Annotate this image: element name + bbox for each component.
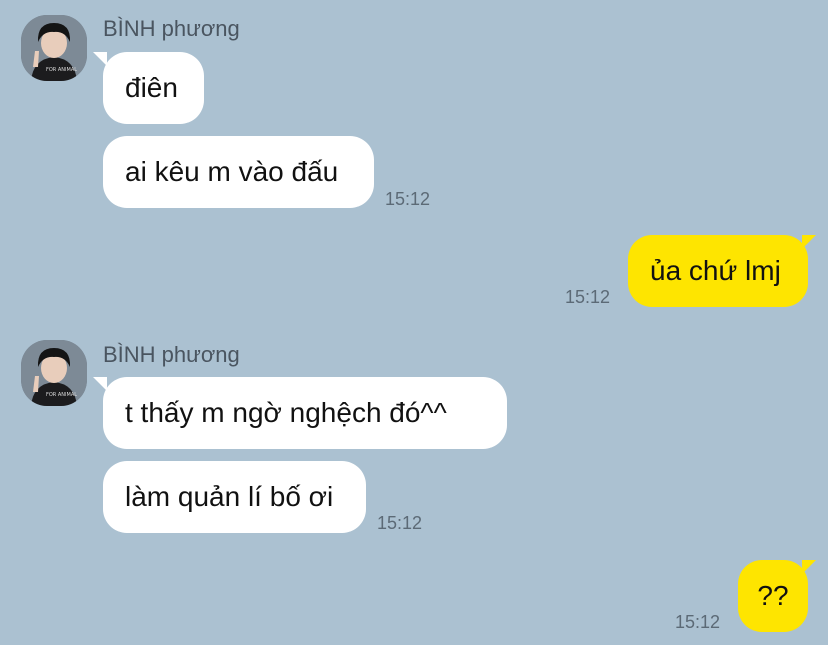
message-bubble-incoming[interactable]: làm quản lí bố ơi <box>103 461 366 533</box>
sender-name: BÌNH phương <box>103 16 240 41</box>
message-bubble-incoming[interactable]: điên <box>103 52 204 124</box>
message-timestamp: 15:12 <box>565 287 611 307</box>
message-bubble-incoming[interactable]: t thấy m ngờ nghệch đó^^ <box>103 377 507 449</box>
profile-photo-icon: FOR ANIMAL <box>21 340 87 406</box>
bubble-tail <box>802 560 816 574</box>
message-bubble-incoming[interactable]: ai kêu m vào đấu <box>103 136 374 208</box>
sender-name: BÌNH phương <box>103 342 240 367</box>
message-bubble-outgoing[interactable]: ?? <box>738 560 808 632</box>
bubble-tail <box>802 235 816 249</box>
message-timestamp: 15:12 <box>385 189 431 209</box>
svg-text:FOR ANIMAL: FOR ANIMAL <box>46 392 77 398</box>
message-bubble-outgoing[interactable]: ủa chứ lmj <box>628 235 808 307</box>
profile-photo-icon: FOR ANIMAL <box>21 15 87 81</box>
avatar[interactable]: FOR ANIMAL <box>21 15 87 81</box>
message-timestamp: 15:12 <box>675 612 721 632</box>
svg-text:FOR ANIMAL: FOR ANIMAL <box>46 67 77 73</box>
avatar[interactable]: FOR ANIMAL <box>21 340 87 406</box>
message-timestamp: 15:12 <box>377 513 423 533</box>
